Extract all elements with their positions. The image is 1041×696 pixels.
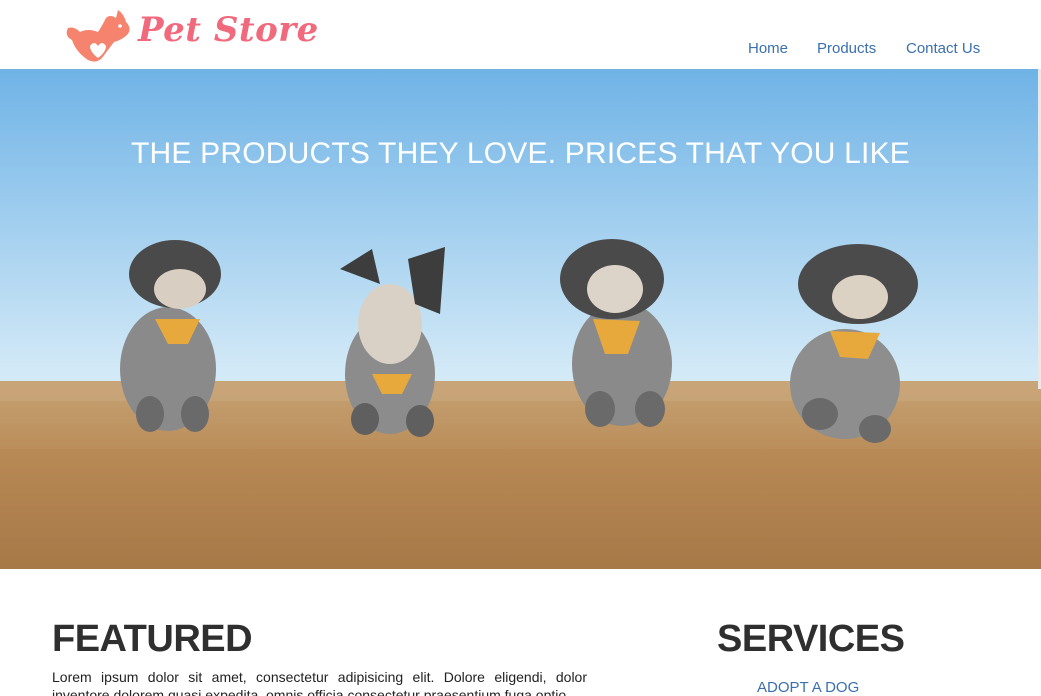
services-heading: SERVICES (717, 618, 905, 660)
hero-title: THE PRODUCTS THEY LOVE. PRICES THAT YOU … (130, 137, 910, 170)
adopt-a-dog-link[interactable]: ADOPT A DOG (757, 679, 859, 696)
hero-banner: THE PRODUCTS THEY LOVE. PRICES THAT YOU … (0, 69, 1041, 569)
featured-paragraph: Lorem ipsum dolor sit amet, consectetur … (52, 669, 587, 696)
featured-heading: FEATURED (52, 618, 253, 660)
nav-contact-link[interactable]: Contact Us (906, 40, 980, 57)
dog-1-image (120, 240, 221, 432)
site-header: Pet Store Home Products Contact Us (0, 0, 1041, 69)
nav-home-link[interactable]: Home (748, 40, 788, 57)
main-nav: Home Products Contact Us (0, 40, 1041, 60)
nav-products-link[interactable]: Products (817, 40, 876, 57)
